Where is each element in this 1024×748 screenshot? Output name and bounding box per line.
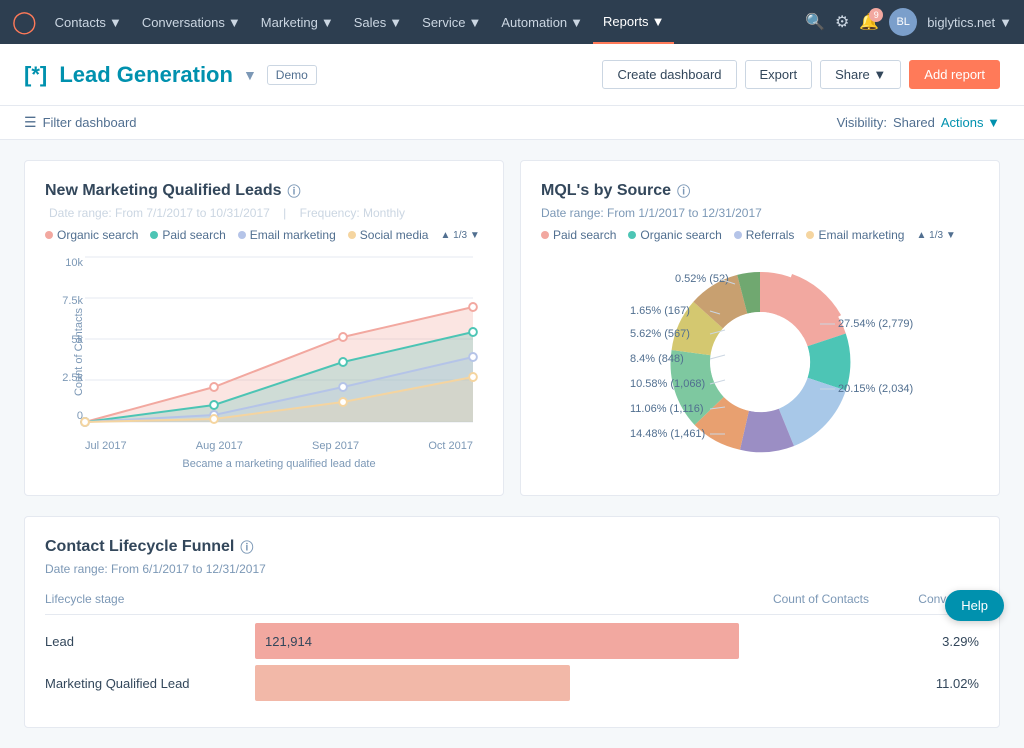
charts-row: New Marketing Qualified Leads ⓘ Date ran…: [24, 160, 1000, 496]
legend-social-media: Social media: [348, 228, 429, 242]
svg-text:8.4% (848): 8.4% (848): [630, 353, 684, 365]
donut-chart-container: 27.54% (2,779) 20.15% (2,034) 14.48% (1,…: [541, 252, 979, 475]
funnel-row-mql: Marketing Qualified Lead 11.02%: [45, 665, 979, 701]
add-report-button[interactable]: Add report: [909, 60, 1000, 89]
nav-items: Contacts ▼ Conversations ▼ Marketing ▼ S…: [45, 0, 805, 44]
funnel-bar-mql: [255, 665, 739, 701]
x-axis-labels: Jul 2017 Aug 2017 Sep 2017 Oct 2017: [85, 440, 473, 452]
legend-email: Email marketing: [806, 228, 904, 242]
logo: ◯: [12, 9, 37, 35]
actions-dropdown[interactable]: Actions ▼: [941, 115, 1000, 130]
nav-contacts[interactable]: Contacts ▼: [45, 0, 132, 44]
x-axis-title: Became a marketing qualified lead date: [85, 458, 473, 470]
export-button[interactable]: Export: [745, 60, 813, 89]
funnel-conversion-lead: 3.29%: [879, 634, 979, 649]
filter-right: Visibility: Shared Actions ▼: [837, 115, 1000, 130]
page-title: [*] Lead Generation: [24, 62, 233, 88]
funnel-bar-fill-mql: [255, 665, 570, 701]
legend-pagination[interactable]: ▲ 1/3 ▼: [440, 230, 479, 241]
nav-right: 🔍 ⚙ 🔔 9 BL biglytics.net ▼: [805, 8, 1012, 36]
funnel-info-icon[interactable]: ⓘ: [240, 537, 253, 556]
mql-source-info-icon[interactable]: ⓘ: [677, 181, 690, 200]
filter-dashboard-link[interactable]: ☰ Filter dashboard: [24, 114, 137, 131]
funnel-table-header: Lifecycle stage Count of Contacts Conver…: [45, 592, 979, 615]
legend-dot-organic: [45, 231, 53, 239]
funnel-row-lead: Lead 121,914 3.29%: [45, 623, 979, 659]
svg-text:5.62% (567): 5.62% (567): [630, 328, 690, 340]
svg-text:1.65% (167): 1.65% (167): [630, 305, 690, 317]
col-count: Count of Contacts: [749, 592, 869, 606]
main-content: New Marketing Qualified Leads ⓘ Date ran…: [0, 140, 1024, 748]
nav-sales[interactable]: Sales ▼: [344, 0, 412, 44]
legend-paid: Paid search: [541, 228, 616, 242]
svg-text:27.54% (2,779): 27.54% (2,779): [838, 318, 913, 330]
settings-icon[interactable]: ⚙: [835, 12, 849, 32]
avatar[interactable]: BL: [889, 8, 917, 36]
legend-email-marketing: Email marketing: [238, 228, 336, 242]
nav-reports[interactable]: Reports ▼: [593, 0, 674, 44]
filter-bar: ☰ Filter dashboard Visibility: Shared Ac…: [0, 106, 1024, 140]
new-mql-title: New Marketing Qualified Leads ⓘ: [45, 181, 483, 200]
legend-dot-paid: [150, 231, 158, 239]
line-chart: 10k 7.5k 5k 2.5k 0: [45, 252, 483, 452]
create-dashboard-button[interactable]: Create dashboard: [602, 60, 736, 89]
col-stage: Lifecycle stage: [45, 592, 245, 606]
svg-text:11.06% (1,116): 11.06% (1,116): [630, 403, 704, 415]
new-mql-card: New Marketing Qualified Leads ⓘ Date ran…: [24, 160, 504, 496]
funnel-bar-fill-lead: 121,914: [255, 623, 739, 659]
help-button[interactable]: Help: [945, 590, 1004, 621]
source-pagination[interactable]: ▲ 1/3 ▼: [916, 230, 955, 241]
svg-text:10.58% (1,068): 10.58% (1,068): [630, 378, 705, 390]
legend-dot-social: [348, 231, 356, 239]
new-mql-legend: Organic search Paid search Email marketi…: [45, 228, 483, 242]
funnel-bar-lead: 121,914: [255, 623, 739, 659]
page-header: [*] Lead Generation ▼ Demo Create dashbo…: [0, 44, 1024, 106]
user-menu[interactable]: biglytics.net ▼: [927, 15, 1012, 30]
notification-icon[interactable]: 🔔 9: [859, 12, 879, 32]
header-left: [*] Lead Generation ▼ Demo: [24, 62, 317, 88]
legend-organic: Organic search: [628, 228, 721, 242]
funnel-table: Lifecycle stage Count of Contacts Conver…: [45, 592, 979, 701]
demo-badge: Demo: [267, 65, 317, 85]
header-buttons: Create dashboard Export Share ▼ Add repo…: [602, 60, 1000, 89]
new-mql-subtitle: Date range: From 7/1/2017 to 10/31/2017 …: [45, 206, 483, 220]
col-bar: [255, 592, 739, 606]
svg-text:20.15% (2,034): 20.15% (2,034): [838, 383, 913, 395]
funnel-stage-mql: Marketing Qualified Lead: [45, 676, 245, 691]
donut-chart: 27.54% (2,779) 20.15% (2,034) 14.48% (1,…: [620, 252, 900, 475]
funnel-subtitle: Date range: From 6/1/2017 to 12/31/2017: [45, 562, 979, 576]
share-button[interactable]: Share ▼: [820, 60, 901, 89]
funnel-title: Contact Lifecycle Funnel ⓘ: [45, 537, 979, 556]
funnel-stage-lead: Lead: [45, 634, 245, 649]
legend-referrals: Referrals: [734, 228, 795, 242]
nav-conversations[interactable]: Conversations ▼: [132, 0, 251, 44]
mql-source-title: MQL's by Source ⓘ: [541, 181, 979, 200]
search-icon[interactable]: 🔍: [805, 12, 825, 32]
legend-paid-search: Paid search: [150, 228, 225, 242]
y-axis-title: Count of Contacts: [73, 308, 85, 396]
funnel-conversion-mql: 11.02%: [879, 676, 979, 691]
mql-source-card: MQL's by Source ⓘ Date range: From 1/1/2…: [520, 160, 1000, 496]
nav-marketing[interactable]: Marketing ▼: [251, 0, 344, 44]
filter-icon: ☰: [24, 114, 37, 131]
title-dropdown-icon[interactable]: ▼: [243, 67, 257, 83]
mql-source-subtitle: Date range: From 1/1/2017 to 12/31/2017: [541, 206, 979, 220]
legend-dot-email: [238, 231, 246, 239]
svg-text:14.48% (1,461): 14.48% (1,461): [630, 428, 705, 440]
new-mql-info-icon[interactable]: ⓘ: [288, 181, 301, 200]
mql-source-legend: Paid search Organic search Referrals Ema…: [541, 228, 979, 242]
navigation: ◯ Contacts ▼ Conversations ▼ Marketing ▼…: [0, 0, 1024, 44]
chart-area: [85, 257, 473, 422]
nav-automation[interactable]: Automation ▼: [491, 0, 593, 44]
funnel-card: Contact Lifecycle Funnel ⓘ Date range: F…: [24, 516, 1000, 728]
legend-organic-search: Organic search: [45, 228, 138, 242]
nav-service[interactable]: Service ▼: [412, 0, 491, 44]
